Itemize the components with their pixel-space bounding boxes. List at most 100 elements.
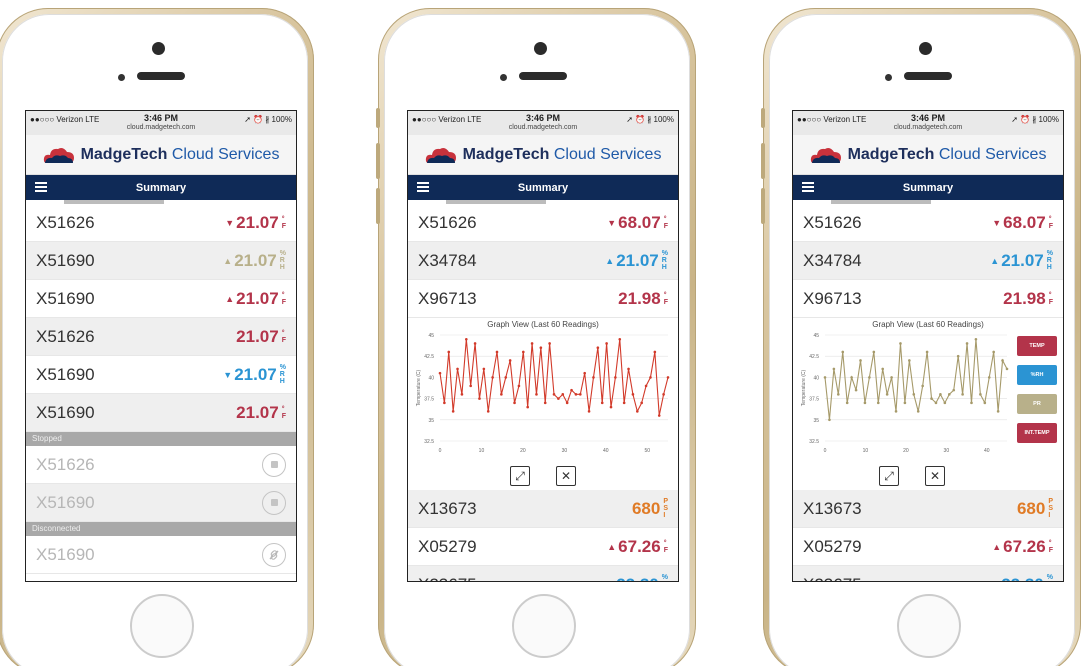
legend-pr-button[interactable]: PR <box>1017 394 1057 414</box>
expand-icon[interactable]: ⤢ <box>510 466 530 486</box>
reading-value: ▲ 21.07% R H <box>605 250 668 271</box>
data-point <box>465 337 468 341</box>
data-point <box>890 376 893 379</box>
table-row[interactable]: X51626 ▼ 68.07 ° F <box>793 204 1063 242</box>
table-row[interactable]: X05279 ▲ 67.26 ° F <box>793 528 1063 566</box>
y-tick-label: 32.5 <box>809 439 819 445</box>
cloud-logo-icon <box>425 147 456 163</box>
data-point <box>912 393 916 396</box>
table-row[interactable]: X23675 ▲22.30%RH <box>793 566 1063 582</box>
table-row[interactable]: X51690 ▲ 21.07% R H <box>26 242 296 280</box>
data-point <box>504 376 508 379</box>
data-point <box>614 376 617 379</box>
trend-up-icon: ▲ <box>990 255 1000 266</box>
legend-rh-button[interactable]: %RH <box>1017 365 1057 385</box>
y-tick-label: 40 <box>813 375 819 381</box>
reading-value: 21.98 ° F <box>1003 288 1053 308</box>
reading-value: ▲ 67.26 ° F <box>992 536 1053 556</box>
table-row[interactable]: X13673 680 P S I <box>793 490 1063 528</box>
expand-icon[interactable]: ⤢ <box>879 466 899 486</box>
series-line <box>824 339 1008 420</box>
data-point <box>636 410 639 413</box>
data-point <box>1001 359 1004 362</box>
table-row[interactable]: X51690 <box>26 536 296 574</box>
reading-value: ▲22.30%RH <box>605 574 668 581</box>
trend-up-icon: ▲ <box>607 541 617 552</box>
y-axis-label: Temperature (C) <box>416 369 422 406</box>
hamburger-menu-icon[interactable] <box>802 182 814 193</box>
data-point <box>939 393 942 396</box>
legend-inttemp-button[interactable]: INT.TEMP <box>1017 423 1057 443</box>
reading-value: ▼ 68.07 ° F <box>607 212 668 232</box>
table-row[interactable]: X96713 21.98 ° F <box>408 280 678 318</box>
data-point <box>649 376 652 379</box>
home-button[interactable] <box>512 594 576 658</box>
data-point <box>495 350 499 354</box>
table-row[interactable]: X51626 21.07 ° F <box>26 318 296 356</box>
stop-icon[interactable] <box>262 452 286 477</box>
brand-name: MadgeTech Cloud Services <box>462 145 662 163</box>
hamburger-menu-icon[interactable] <box>35 182 47 193</box>
table-row[interactable]: X51626 <box>26 446 296 484</box>
data-point <box>482 367 486 371</box>
table-row[interactable]: X23675 ▲22.30%RH <box>408 566 678 581</box>
table-row[interactable]: X51626 ▼ 68.07 ° F <box>408 204 678 242</box>
unlink-icon[interactable] <box>262 542 286 567</box>
close-icon[interactable]: ✕ <box>556 466 576 486</box>
table-row[interactable]: X51690 ▲ 21.07 ° F <box>26 280 296 318</box>
data-point <box>992 350 995 354</box>
home-button[interactable] <box>130 594 194 658</box>
speaker-icon <box>519 72 567 80</box>
camera-icon <box>534 42 547 55</box>
stop-icon[interactable] <box>262 490 286 515</box>
data-point <box>565 401 569 405</box>
page-title: Summary <box>517 181 569 194</box>
data-point <box>925 350 929 354</box>
device-id: X51690 <box>36 250 95 270</box>
unit-label: %RH <box>279 250 286 271</box>
data-point <box>983 401 987 405</box>
data-point <box>961 393 964 396</box>
data-point <box>876 401 880 405</box>
table-row[interactable]: X51690 <box>26 484 296 522</box>
device-id: X23675 <box>803 575 862 582</box>
trend-down-icon: ▼ <box>992 217 1002 228</box>
data-point <box>903 401 907 405</box>
table-row[interactable]: X51690 ▼ 21.07% R H <box>26 356 296 394</box>
table-row[interactable]: X34784 ▲ 21.07% R H <box>793 242 1063 280</box>
trend-up-icon: ▲ <box>992 541 1002 552</box>
y-tick-label: 35 <box>813 418 819 424</box>
legend-temp-button[interactable]: TEMP <box>1017 336 1057 356</box>
data-point <box>657 414 661 417</box>
app-screen-3: ●●○○○ Verizon LTE 3:46 PM cloud.madgetec… <box>792 110 1064 582</box>
data-point <box>500 393 503 396</box>
data-point <box>460 393 464 396</box>
data-point <box>987 376 991 379</box>
data-point <box>943 401 947 405</box>
table-row[interactable]: X34784 ▲ 21.07% R H <box>408 242 678 280</box>
data-point <box>653 350 657 354</box>
data-point <box>522 350 525 354</box>
data-point <box>587 410 591 413</box>
data-point <box>438 371 442 375</box>
data-point <box>579 393 582 396</box>
table-row[interactable]: X96713 21.98 ° F <box>793 280 1063 318</box>
home-button[interactable] <box>897 594 961 658</box>
data-point <box>517 384 521 388</box>
table-row[interactable]: X51690 21.07 ° F <box>26 394 296 432</box>
phone-frame-3: ●●○○○ Verizon LTE 3:46 PM cloud.madgetec… <box>761 8 1081 666</box>
table-row[interactable]: X51626 ▼ 21.07 ° F <box>26 204 296 242</box>
table-row[interactable]: X13673 680 P S I <box>408 490 678 528</box>
battery-indicator: ➚ ⏰ ∦ 100% <box>626 115 674 124</box>
channel-legend: TEMP %RH PR INT.TEMP <box>1017 336 1057 443</box>
close-icon[interactable]: ✕ <box>925 466 945 486</box>
data-point <box>456 367 459 371</box>
data-point <box>841 350 845 354</box>
data-point <box>508 359 512 362</box>
table-row[interactable]: X05279 ▲ 67.26 ° F <box>408 528 678 566</box>
x-tick-label: 30 <box>944 448 950 454</box>
section-disconnected: Disconnected <box>26 522 296 536</box>
camera-icon <box>152 42 165 55</box>
unit-label: ° F <box>663 215 668 230</box>
hamburger-menu-icon[interactable] <box>417 182 429 193</box>
